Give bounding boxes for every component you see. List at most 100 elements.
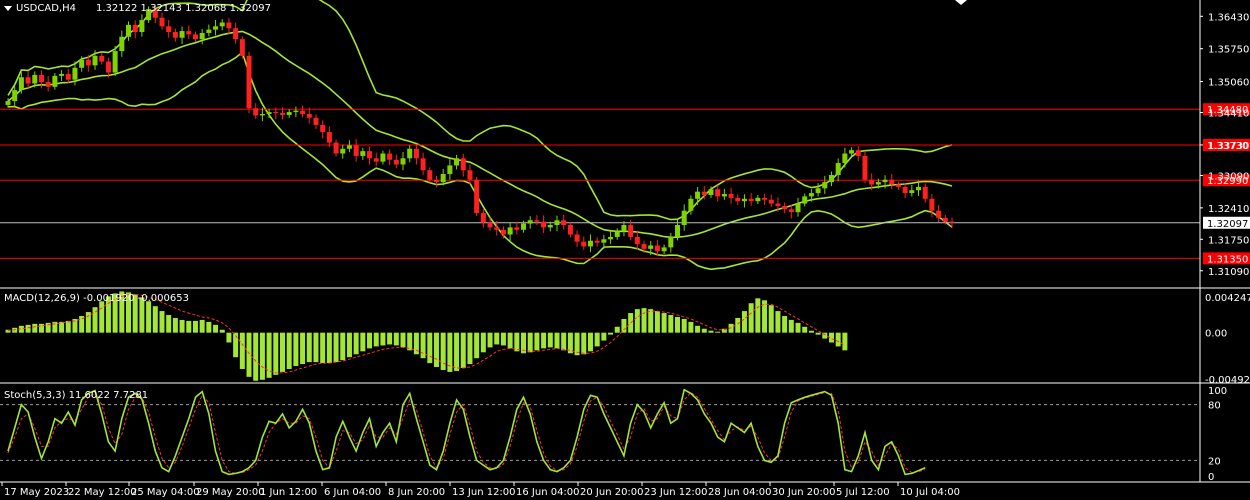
- candle-body: [849, 150, 855, 154]
- candle: [782, 202, 788, 214]
- macd-bar: [320, 332, 326, 364]
- candle-body: [547, 225, 553, 228]
- macd-bar: [695, 325, 701, 333]
- macd-bar: [186, 320, 192, 333]
- candle-body: [346, 145, 352, 149]
- candle-body: [842, 153, 848, 164]
- macd-axis-label: 0.00: [1205, 329, 1227, 340]
- chart-window[interactable]: 1.34480 1.33730 1.32990 1.31350 1.32097 1.36…: [0, 0, 1250, 500]
- price-axis-label: 1.32410: [1208, 204, 1249, 215]
- candle-body: [815, 188, 821, 194]
- candle: [828, 171, 834, 187]
- macd-pane: [5, 291, 848, 381]
- macd-bar: [420, 332, 426, 359]
- stoch-axis-label: 100: [1208, 386, 1227, 397]
- candle: [822, 175, 828, 195]
- price-axis-label: 1.33090: [1208, 171, 1249, 182]
- macd-bar: [634, 309, 640, 333]
- candle: [300, 105, 306, 118]
- candle-body: [654, 245, 660, 252]
- candle-body: [949, 221, 955, 223]
- candle: [360, 147, 366, 160]
- candle-body: [728, 194, 734, 198]
- candle: [581, 236, 587, 250]
- candle: [936, 204, 942, 223]
- candle-body: [601, 239, 607, 243]
- candle-body: [681, 210, 687, 226]
- macd-bar: [735, 317, 741, 333]
- candle: [614, 228, 620, 240]
- candle-body: [407, 148, 413, 159]
- candle-body: [527, 220, 533, 224]
- macd-bar: [500, 332, 506, 346]
- candle-body: [875, 182, 881, 185]
- macd-bar: [681, 318, 687, 333]
- candle-body: [447, 165, 453, 175]
- candle-body: [119, 36, 125, 52]
- macd-bar: [487, 332, 493, 348]
- price-axis-label: 1.35060: [1208, 78, 1249, 89]
- candle-body: [788, 209, 794, 213]
- scroll-marker-icon[interactable]: [955, 0, 967, 5]
- candle-body: [259, 113, 265, 116]
- candle-body: [467, 170, 473, 180]
- candle: [768, 194, 774, 207]
- macd-bar: [782, 315, 788, 333]
- symbol-dropdown-icon[interactable]: [4, 6, 12, 11]
- macd-bar: [494, 332, 500, 345]
- candle-body: [487, 222, 493, 228]
- candle-body: [306, 113, 312, 118]
- candle-body: [661, 247, 667, 252]
- level-label: 1.31350: [1207, 254, 1248, 265]
- macd-bar: [688, 321, 694, 333]
- candle-body: [942, 217, 948, 222]
- candle-body: [500, 229, 506, 235]
- macd-bar: [166, 315, 172, 333]
- time-axis-label: 23 Jun 12:00: [644, 487, 708, 498]
- macd-bar: [380, 332, 386, 346]
- candle: [206, 24, 212, 37]
- candle-body: [52, 75, 58, 87]
- candle-body: [105, 61, 111, 73]
- candle: [467, 164, 473, 185]
- candle: [567, 222, 573, 238]
- candle-body: [159, 17, 165, 27]
- macd-bar: [172, 317, 178, 333]
- chart-canvas[interactable]: 1.344801.337301.329901.313501.32097 1.36…: [0, 0, 1250, 500]
- candle: [895, 181, 901, 190]
- candle: [393, 154, 399, 168]
- candle-body: [393, 159, 399, 165]
- macd-bar: [313, 332, 319, 363]
- horizontal-levels[interactable]: 1.344801.337301.329901.313501.32097: [0, 103, 1250, 265]
- candle-body: [614, 231, 620, 237]
- candle-body: [909, 190, 915, 194]
- candle: [420, 152, 426, 175]
- candle-body: [628, 225, 634, 237]
- macd-bar: [587, 332, 593, 352]
- candle: [842, 147, 848, 168]
- candle: [199, 28, 205, 45]
- candle-body: [587, 240, 593, 247]
- macd-bar: [661, 313, 667, 333]
- symbol-label: USDCAD,H4: [16, 3, 76, 14]
- candle: [313, 114, 319, 129]
- candle-body: [808, 193, 814, 197]
- stoch-main-line: [7, 388, 926, 476]
- bollinger-upper-band: [7, 0, 953, 221]
- candle: [166, 20, 172, 38]
- macd-bar: [253, 332, 259, 381]
- macd-bar: [775, 311, 781, 333]
- candle-body: [5, 101, 11, 105]
- candle: [213, 20, 219, 36]
- candle: [855, 146, 861, 162]
- candle-body: [648, 245, 654, 249]
- price-axis-label: 1.36430: [1208, 12, 1249, 23]
- candle-body: [922, 186, 928, 199]
- macd-bar: [99, 301, 105, 333]
- macd-bar: [152, 306, 158, 333]
- candle: [367, 146, 373, 165]
- candle: [902, 182, 908, 199]
- macd-bar: [373, 332, 379, 347]
- candle-body: [266, 112, 272, 114]
- candle: [454, 154, 460, 170]
